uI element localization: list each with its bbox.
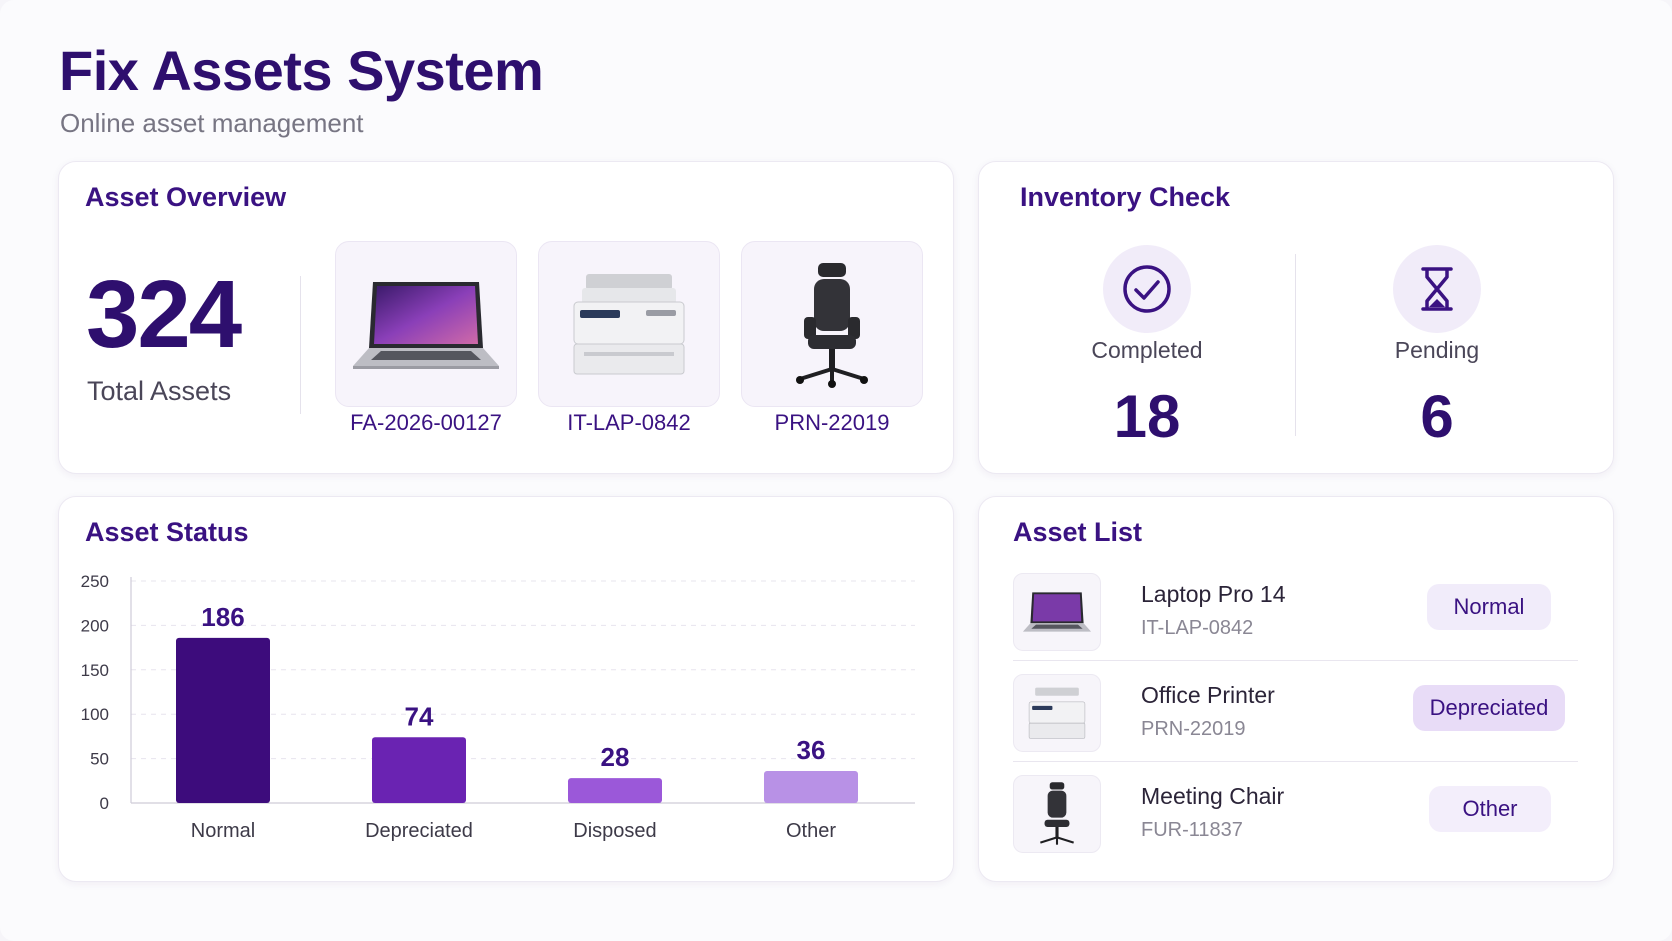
bar-value-label: 36 [797,735,826,765]
pending-label: Pending [1394,337,1480,363]
pending-value: 6 [1420,383,1454,450]
list-item-name: Laptop Pro 14 [1141,581,1286,607]
y-tick-label: 200 [81,616,109,635]
total-assets-value: 324 [86,261,242,368]
list-divider [1013,761,1578,762]
y-tick-label: 50 [90,750,109,769]
bar-value-label: 74 [405,701,434,731]
office-chair-icon [796,263,868,388]
list-divider [1013,660,1578,661]
completed-icon-circle [1103,245,1191,333]
app-subtitle: Online asset management [60,108,364,138]
printer-icon [573,274,685,375]
list-item-code: PRN-22019 [1141,718,1246,740]
inventory-divider [1295,254,1296,436]
y-tick-label: 100 [81,705,109,724]
completed-value: 18 [1113,383,1181,450]
app-title: Fix Assets System [59,39,544,102]
asset-overview-title: Asset Overview [85,182,287,212]
asset-overview-card: Asset Overview 324 Total Assets FA-2026-… [58,161,954,474]
asset-status-chart: 0 50 100 150 200 250 186 Normal 74 Depreciated 28 D… [81,572,915,842]
asset-code-2: IT-LAP-0842 [567,410,691,435]
status-badge: Normal [1427,584,1551,630]
asset-status-card: Asset Status 0 50 100 150 200 250 186 Normal 74 D… [58,496,954,882]
asset-code-1: FA-2026-00127 [350,410,502,435]
bar-depreciated [372,737,466,803]
list-item-code: IT-LAP-0842 [1141,617,1254,639]
y-tick-label: 0 [100,794,109,813]
inventory-check-title: Inventory Check [1020,182,1231,212]
laptop-icon [353,282,499,369]
status-badge: Other [1429,786,1551,832]
asset-list-card: Asset List Laptop Pro 14 IT-LAP-0842 Nor… [978,496,1614,882]
asset-thumb-printer[interactable] [538,241,720,407]
list-item-name: Meeting Chair [1141,783,1285,809]
asset-list-title: Asset List [1013,517,1143,547]
bar-normal [176,637,270,803]
list-item-thumb [1013,573,1101,651]
list-item[interactable]: Meeting Chair FUR-11837 Other [1013,770,1578,870]
check-circle-icon [1123,265,1171,313]
office-chair-icon [1040,782,1074,845]
x-tick-label: Disposed [573,820,656,842]
hourglass-icon [1421,267,1453,311]
y-tick-label: 150 [81,661,109,680]
list-item[interactable]: Laptop Pro 14 IT-LAP-0842 Normal [1013,568,1578,668]
total-assets-label: Total Assets [87,376,232,406]
bar-disposed [568,778,662,803]
bar-value-label: 28 [601,742,630,772]
list-item-code: FUR-11837 [1141,819,1243,841]
x-tick-label: Other [786,820,836,842]
list-item[interactable]: Office Printer PRN-22019 Depreciated [1013,669,1578,769]
x-tick-label: Normal [191,820,255,842]
status-badge: Depreciated [1413,685,1565,731]
x-tick-label: Depreciated [365,820,473,842]
list-item-name: Office Printer [1141,682,1275,708]
list-item-thumb [1013,775,1101,853]
bar-value-label: 186 [201,602,244,632]
overview-divider [300,276,301,414]
list-item-thumb [1013,674,1101,752]
laptop-icon [1022,592,1092,632]
pending-icon-circle [1393,245,1481,333]
inventory-check-card: Inventory Check Completed 18 Pending 6 [978,161,1614,474]
asset-thumb-chair[interactable] [741,241,923,407]
printer-icon [1028,687,1086,739]
asset-thumb-laptop[interactable] [335,241,517,407]
completed-label: Completed [1091,337,1203,363]
bar-other [764,771,858,803]
asset-code-3: PRN-22019 [774,410,890,435]
y-tick-label: 250 [81,572,109,591]
app-frame: Fix Assets System Online asset managemen… [0,0,1672,941]
